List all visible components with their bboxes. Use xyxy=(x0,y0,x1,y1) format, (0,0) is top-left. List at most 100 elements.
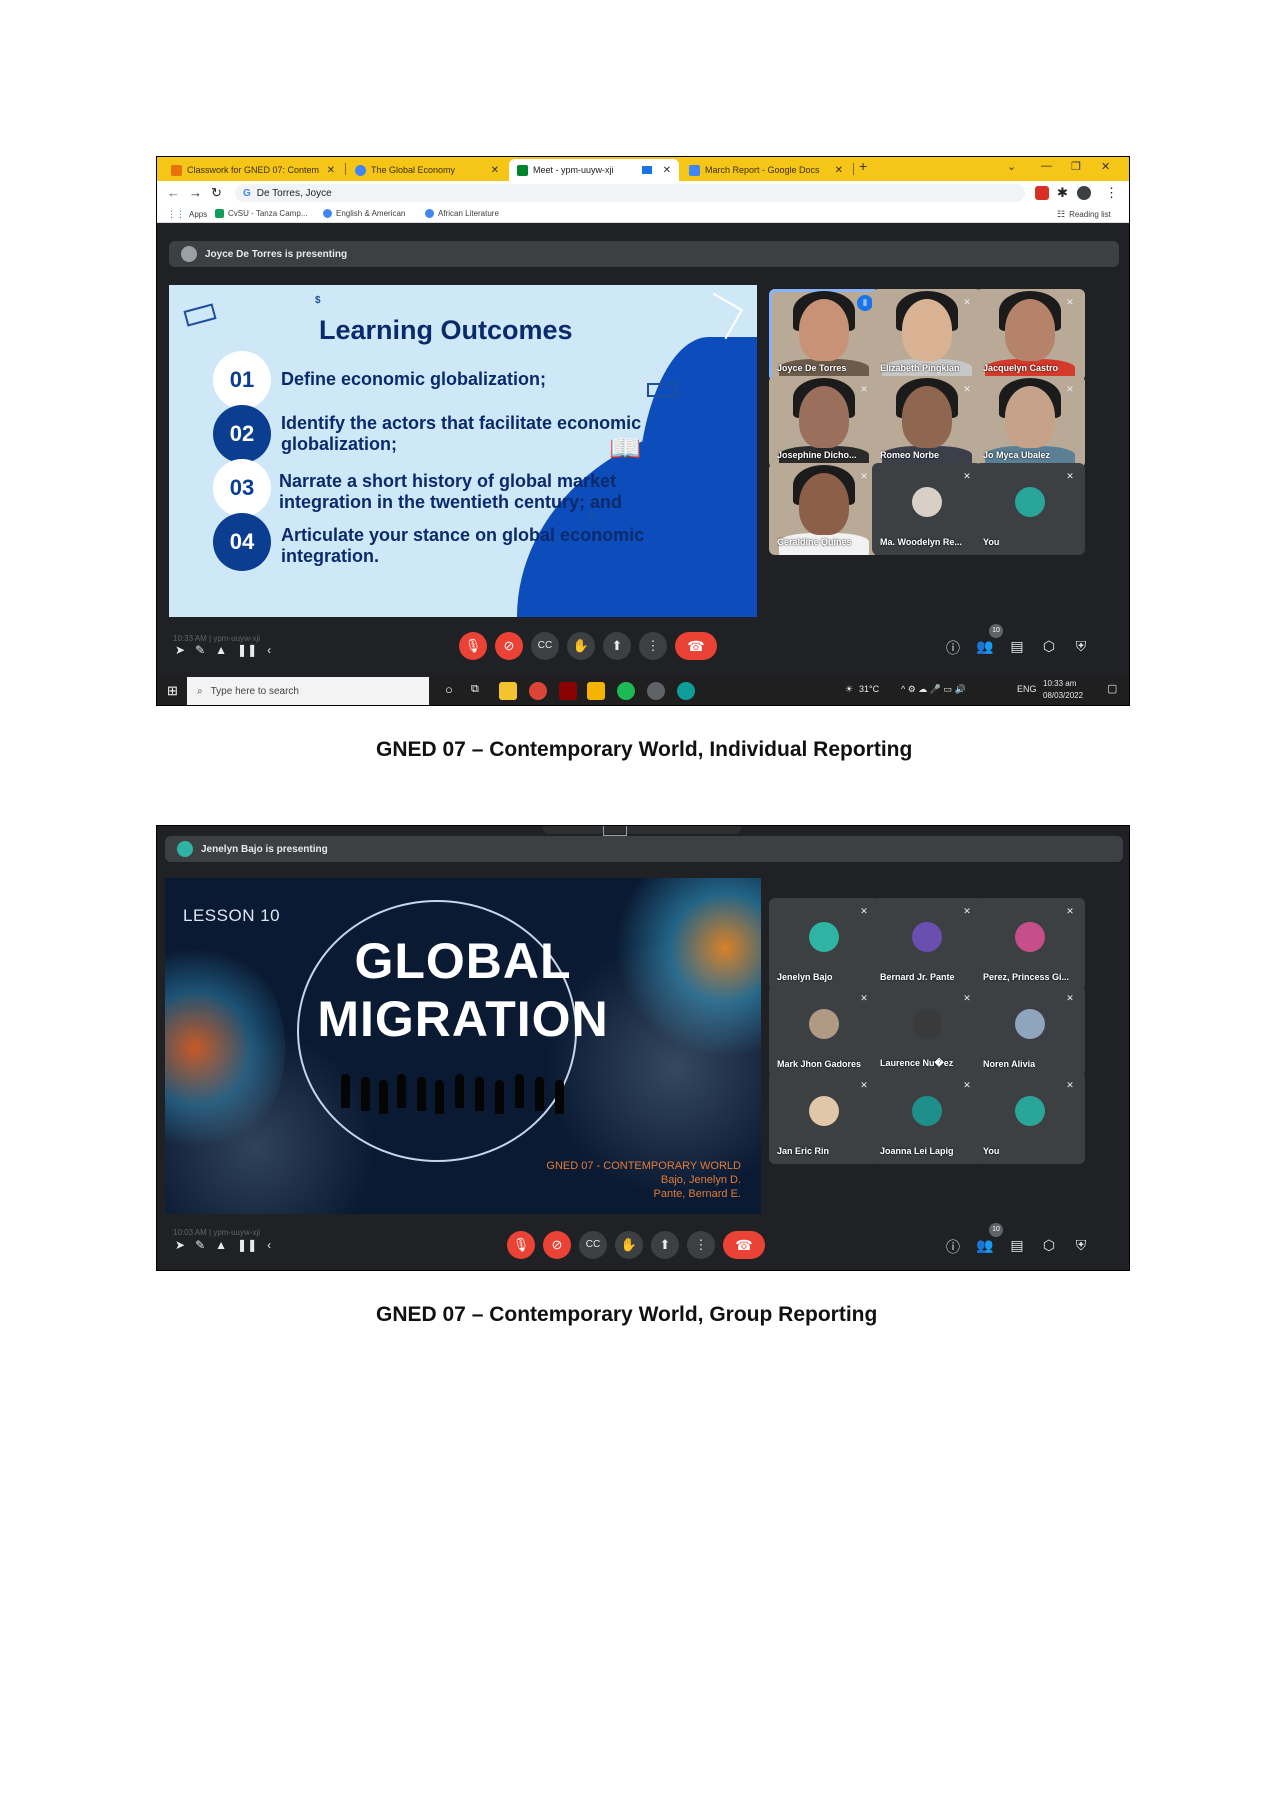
chrome-icon[interactable] xyxy=(647,682,665,700)
present-icon[interactable]: ⬆ xyxy=(651,1231,679,1259)
raise-hand-icon[interactable]: ✋ xyxy=(615,1231,643,1259)
end-call-icon[interactable]: ☎ xyxy=(723,1231,765,1259)
captions-icon[interactable]: CC xyxy=(531,632,559,660)
more-icon[interactable]: ⋮ xyxy=(687,1231,715,1259)
reading-list-button[interactable]: ☷ Reading list xyxy=(1057,209,1111,220)
participant-tile[interactable]: ✕ Laurence Nu�ez xyxy=(872,985,982,1077)
end-call-icon[interactable]: ☎ xyxy=(675,632,717,660)
participant-tile[interactable]: ✕ You xyxy=(975,1072,1085,1164)
more-icon[interactable]: ⋮ xyxy=(639,632,667,660)
spotify-icon[interactable] xyxy=(617,682,635,700)
window-toggle-icon[interactable] xyxy=(603,826,627,836)
bookmark-cvsu[interactable]: CvSU - Tanza Camp... xyxy=(215,209,307,218)
minimize-icon[interactable]: — xyxy=(1041,160,1052,172)
highlighter-icon[interactable]: ▲ xyxy=(215,1238,227,1252)
participant-tile[interactable]: ✕ Noren Alivia xyxy=(975,985,1085,1077)
participant-tile[interactable]: ✕ Jacquelyn Castro xyxy=(975,289,1085,381)
speaking-indicator-icon: ⦀ xyxy=(857,295,873,311)
camera-off-icon[interactable]: ⊘ xyxy=(495,632,523,660)
host-controls-icon[interactable]: ⛨ xyxy=(1071,1237,1091,1254)
mic-off-icon[interactable]: 🎙 xyxy=(459,632,487,660)
participant-name: Mark Jhon Gadores xyxy=(777,1059,862,1069)
participant-tile[interactable]: ✕ You xyxy=(975,463,1085,555)
new-tab-button[interactable]: + xyxy=(859,158,867,174)
reload-icon[interactable]: ↻ xyxy=(211,185,222,201)
info-icon[interactable]: ⓘ xyxy=(943,1237,963,1257)
language-indicator[interactable]: ENG xyxy=(1017,684,1037,694)
task-view-icon[interactable]: ⧉ xyxy=(471,683,479,696)
bookmark-apps[interactable]: ⋮⋮ Apps xyxy=(167,209,207,220)
browser-tab-classwork[interactable]: Classwork for GNED 07: Contem ✕ xyxy=(163,159,343,181)
participant-tile[interactable]: ✕ Perez, Princess Gi... xyxy=(975,898,1085,990)
close-icon[interactable]: ✕ xyxy=(663,165,671,176)
chevron-left-icon[interactable]: ‹ xyxy=(267,1238,271,1252)
people-icon[interactable]: 👥 xyxy=(975,638,995,655)
file-explorer-icon[interactable] xyxy=(499,682,517,700)
bookmark-african-literature[interactable]: African Literature xyxy=(425,209,499,218)
participant-tile[interactable]: ✕ Jo Myca Ubalez xyxy=(975,376,1085,468)
participant-tile[interactable]: ✕ Jan Eric Rin xyxy=(769,1072,879,1164)
address-bar: ← → ↻ G De Torres, Joyce ✱ ⋮ xyxy=(157,181,1129,205)
browser-tab-meet[interactable]: Meet - ypm-uuyw-xji ✕ xyxy=(509,159,679,181)
weather-icon[interactable]: ☀ xyxy=(845,684,853,695)
pointer-icon[interactable]: ➤ xyxy=(175,1238,185,1252)
pause-icon[interactable]: ❚❚ xyxy=(237,643,257,657)
people-icon[interactable]: 👥 xyxy=(975,1237,995,1254)
camera-off-icon[interactable]: ⊘ xyxy=(543,1231,571,1259)
activities-icon[interactable]: ⬡ xyxy=(1039,1237,1059,1254)
participant-tile[interactable]: ⦀ Joyce De Torres xyxy=(769,289,879,381)
restore-icon[interactable]: ❐ xyxy=(1071,160,1081,173)
close-icon[interactable]: ✕ xyxy=(491,165,499,176)
pause-icon[interactable]: ❚❚ xyxy=(237,1238,257,1252)
cortana-icon[interactable]: ○ xyxy=(445,682,453,697)
app-icon[interactable] xyxy=(559,682,577,700)
participant-tile[interactable]: ✕ Mark Jhon Gadores xyxy=(769,985,879,1077)
notification-icon[interactable]: ▢ xyxy=(1107,682,1117,695)
host-controls-icon[interactable]: ⛨ xyxy=(1071,638,1091,655)
forward-icon[interactable]: → xyxy=(189,185,202,200)
present-icon[interactable]: ⬆ xyxy=(603,632,631,660)
clock-time[interactable]: 10:33 am xyxy=(1043,679,1076,688)
pen-icon[interactable]: ✎ xyxy=(195,1238,205,1252)
taskbar-search[interactable]: ⌕ Type here to search xyxy=(187,677,429,705)
pointer-icon[interactable]: ➤ xyxy=(175,643,185,657)
close-icon[interactable]: ✕ xyxy=(327,165,335,176)
chevron-down-icon[interactable]: ⌄ xyxy=(1007,160,1016,173)
menu-dots-icon[interactable]: ⋮ xyxy=(1105,185,1118,201)
omnibox[interactable]: G De Torres, Joyce xyxy=(235,184,1025,202)
profile-avatar[interactable] xyxy=(1077,186,1091,200)
chrome-icon[interactable] xyxy=(529,682,547,700)
extension-icon[interactable] xyxy=(1035,186,1049,200)
chat-icon[interactable]: ▤ xyxy=(1007,1237,1027,1254)
back-icon[interactable]: ← xyxy=(167,185,180,200)
close-icon[interactable]: ✕ xyxy=(835,165,843,176)
participant-tile[interactable]: ✕ Elizabeth Pingkian xyxy=(872,289,982,381)
chat-icon[interactable]: ▤ xyxy=(1007,638,1027,655)
bookmark-english-american[interactable]: English & American xyxy=(323,209,405,218)
participant-tile[interactable]: ✕ Romeo Norbe xyxy=(872,376,982,468)
browser-tab-global-economy[interactable]: The Global Economy ✕ xyxy=(347,159,507,181)
participant-tile[interactable]: ✕ Joanna Lei Lapig xyxy=(872,1072,982,1164)
edge-icon[interactable] xyxy=(677,682,695,700)
chevron-left-icon[interactable]: ‹ xyxy=(267,643,271,657)
close-window-icon[interactable]: ✕ xyxy=(1101,160,1110,173)
participant-name: You xyxy=(983,537,1000,547)
participant-tile[interactable]: ✕ Jenelyn Bajo xyxy=(769,898,879,990)
participant-tile[interactable]: ✕ Geraldine Quines xyxy=(769,463,879,555)
mic-off-icon[interactable]: 🎙 xyxy=(507,1231,535,1259)
pen-icon[interactable]: ✎ xyxy=(195,643,205,657)
highlighter-icon[interactable]: ▲ xyxy=(215,643,227,657)
windows-start-icon[interactable]: ⊞ xyxy=(167,683,178,699)
puzzle-icon[interactable]: ✱ xyxy=(1057,185,1068,201)
avatar xyxy=(912,1009,942,1039)
participant-tile[interactable]: ✕ Josephine Dicho... xyxy=(769,376,879,468)
participant-tile[interactable]: ✕ Ma. Woodelyn Re... xyxy=(872,463,982,555)
system-tray-icons[interactable]: ^ ⚙ ☁ 🎤 ▭ 🔊 xyxy=(901,684,966,695)
info-icon[interactable]: ⓘ xyxy=(943,638,963,658)
browser-tab-march-report[interactable]: March Report - Google Docs ✕ xyxy=(681,159,851,181)
captions-icon[interactable]: CC xyxy=(579,1231,607,1259)
sticky-notes-icon[interactable] xyxy=(587,682,605,700)
participant-tile[interactable]: ✕ Bernard Jr. Pante xyxy=(872,898,982,990)
activities-icon[interactable]: ⬡ xyxy=(1039,638,1059,655)
raise-hand-icon[interactable]: ✋ xyxy=(567,632,595,660)
